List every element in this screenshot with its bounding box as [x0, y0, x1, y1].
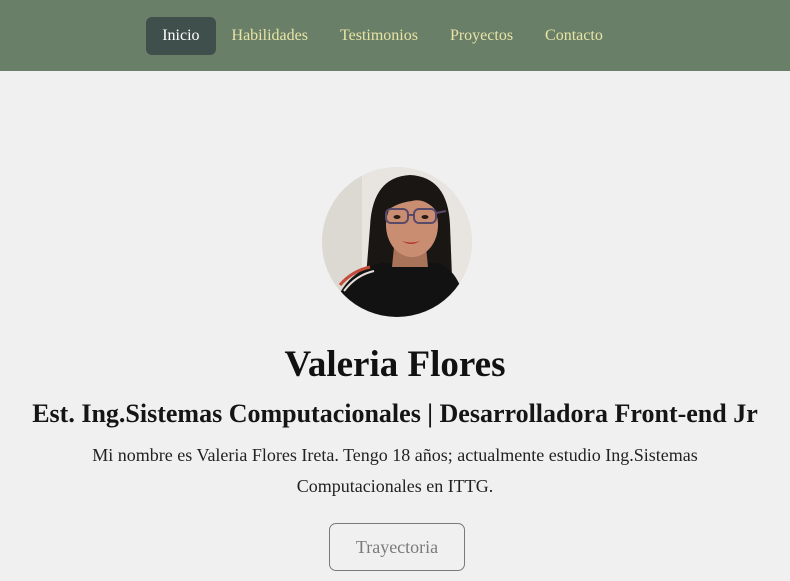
hero-section: Valeria Flores Est. Ing.Sistemas Computa…: [0, 71, 790, 581]
profile-bio: Mi nombre es Valeria Flores Ireta. Tengo…: [92, 445, 698, 496]
profile-photo-icon: [322, 167, 472, 317]
navbar: Inicio Habilidades Testimonios Proyectos…: [0, 0, 790, 71]
nav-link-testimonios[interactable]: Testimonios: [324, 17, 434, 55]
nav-list: Inicio Habilidades Testimonios Proyectos…: [146, 16, 619, 55]
profile-name: Valeria Flores: [284, 344, 506, 385]
nav-link-habilidades[interactable]: Habilidades: [216, 17, 324, 55]
profile-subtitle: Est. Ing.Sistemas Computacionales | Desa…: [32, 399, 758, 428]
nav-link-inicio[interactable]: Inicio: [146, 16, 216, 55]
nav-link-proyectos[interactable]: Proyectos: [434, 17, 529, 55]
nav-link-contacto[interactable]: Contacto: [529, 17, 619, 55]
profile-avatar: [322, 167, 472, 317]
trayectoria-button[interactable]: Trayectoria: [329, 523, 465, 571]
